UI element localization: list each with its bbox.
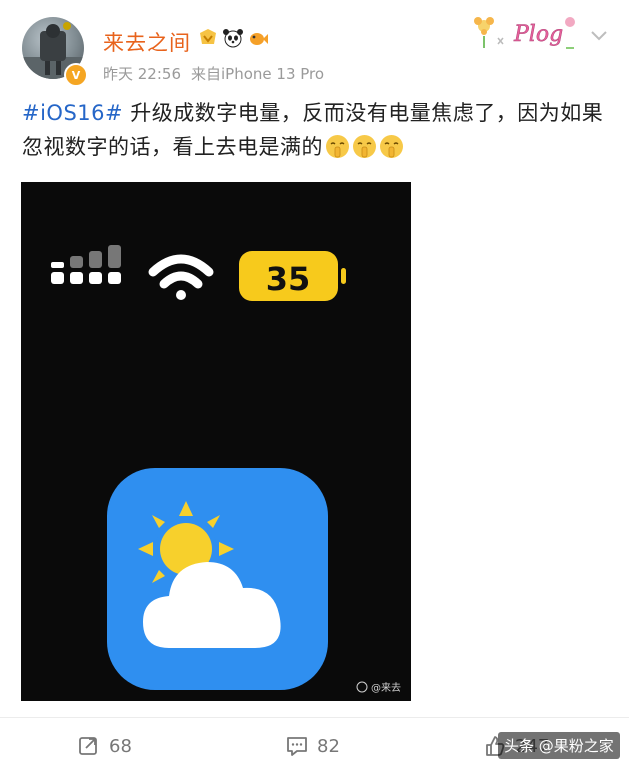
watermark-text: @来去 xyxy=(371,682,401,694)
chevron-down-icon[interactable] xyxy=(590,26,608,44)
post-content: #iOS16# 升级成数字电量，反而没有电量焦虑了，因为如果忽视数字的话，看上去… xyxy=(22,96,612,164)
repost-icon xyxy=(79,737,97,755)
plog-decoration: Plog xyxy=(474,17,575,49)
iphone-screenshot: 35 @来去 xyxy=(51,245,401,694)
weather-sun-cloud-icon xyxy=(107,468,328,690)
battery-level-text: 35 xyxy=(266,260,311,298)
comment-icon xyxy=(287,737,307,756)
user-badges xyxy=(197,27,269,49)
comment-button[interactable]: 82 xyxy=(286,735,340,757)
wifi-icon xyxy=(148,254,214,300)
source-watermark: 头条 @果粉之家 xyxy=(498,732,620,759)
weibo-watermark: @来去 xyxy=(356,681,401,694)
repost-button[interactable]: 68 xyxy=(78,735,132,757)
shushing-face-emoji xyxy=(380,135,403,158)
vip-badge-icon xyxy=(200,29,216,44)
fish-badge-icon xyxy=(250,33,268,45)
cellular-signal-icon xyxy=(51,245,121,284)
shushing-face-emoji xyxy=(326,135,349,158)
post-source[interactable]: 来自iPhone 13 Pro xyxy=(191,63,324,84)
plog-text: Plog xyxy=(513,22,563,47)
verified-badge-icon: V xyxy=(64,63,88,87)
comment-count: 82 xyxy=(317,735,340,757)
post-image[interactable]: 35 @来去 xyxy=(21,182,411,701)
hashtag-link[interactable]: #iOS16# xyxy=(22,101,123,125)
actions-divider xyxy=(0,717,629,718)
shushing-face-emoji xyxy=(353,135,376,158)
panda-badge-icon xyxy=(223,29,243,48)
repost-count: 68 xyxy=(109,735,132,757)
username[interactable]: 来去之间 xyxy=(103,27,191,57)
battery-icon: 35 xyxy=(239,251,346,301)
post-meta: 昨天 22:56 来自iPhone 13 Pro xyxy=(103,63,324,84)
post-time: 昨天 22:56 xyxy=(103,65,181,83)
